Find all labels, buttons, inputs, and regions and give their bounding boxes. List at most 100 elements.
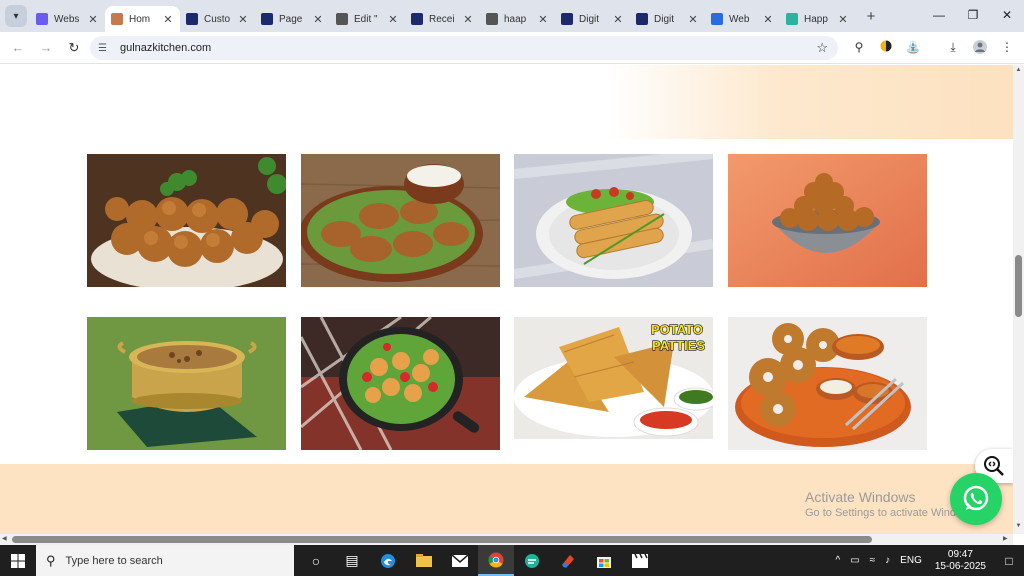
cortana-icon[interactable]: ○ — [298, 545, 334, 576]
whatsapp-chat-button[interactable] — [950, 473, 1002, 525]
browser-tab[interactable]: Hom ✕ — [105, 6, 180, 32]
minimize-button[interactable]: — — [922, 0, 956, 30]
new-tab-button[interactable]: + — [859, 8, 883, 25]
tab-close-icon[interactable]: ✕ — [87, 13, 99, 26]
page-viewport: POTATO PATTIES Activate Windows Go to Se… — [0, 65, 1013, 534]
wifi-icon[interactable]: ≈ — [870, 555, 876, 566]
tab-favicon-icon — [261, 13, 273, 25]
tab-title: Web — [729, 13, 750, 25]
food-image-spring-rolls[interactable] — [514, 154, 713, 287]
scroll-left-arrow-icon[interactable]: ◀ — [2, 534, 7, 545]
windows-logo-icon — [11, 553, 25, 568]
food-image-bread-balls[interactable] — [728, 154, 927, 287]
profile-avatar[interactable] — [971, 40, 989, 57]
reload-button[interactable]: ↻ — [60, 40, 88, 56]
browser-tab[interactable]: Digit ✕ — [630, 6, 705, 32]
tab-close-icon[interactable]: ✕ — [162, 13, 174, 26]
tab-close-icon[interactable]: ✕ — [462, 13, 474, 26]
input-language[interactable]: ENG — [900, 555, 922, 566]
clock-time: 09:47 — [947, 548, 973, 560]
chrome-icon[interactable] — [478, 545, 514, 576]
browser-tab-bar: ▾ Webs ✕ Hom ✕ Custo ✕ Page ✕ Edit " ✕ Recei ✕ haap ✕… — [0, 0, 1024, 32]
food-image-aloo-tikki[interactable] — [301, 154, 500, 287]
tab-close-icon[interactable]: ✕ — [687, 13, 699, 26]
location-pin-icon[interactable]: ⚲ — [850, 40, 868, 54]
close-window-button[interactable]: ✕ — [990, 0, 1024, 30]
edge-browser-icon[interactable] — [370, 545, 406, 576]
tab-title: Hom — [129, 13, 151, 25]
peach-banner-top — [608, 65, 1013, 139]
scroll-down-arrow-icon[interactable]: ▼ — [1013, 523, 1024, 529]
search-icon: ⚲ — [46, 552, 56, 568]
paint-app-icon[interactable] — [550, 545, 586, 576]
browser-menu-icon[interactable]: ⋮ — [998, 40, 1016, 54]
tab-title: Happ — [804, 13, 828, 25]
download-icon[interactable]: ⤓ — [944, 40, 962, 55]
tab-title: haap — [504, 13, 527, 25]
tab-favicon-icon — [111, 13, 123, 25]
vertical-scrollbar[interactable]: ▲ ▼ — [1013, 65, 1024, 534]
site-info-icon[interactable]: ☰ — [98, 43, 114, 54]
bookmark-star-icon[interactable]: ☆ — [816, 40, 828, 56]
taskbar-search-box[interactable]: ⚲ Type here to search — [36, 545, 294, 576]
address-bar[interactable]: ☰ gulnazkitchen.com ☆ — [90, 36, 838, 60]
tab-favicon-icon — [411, 13, 423, 25]
extension-colorful-icon[interactable] — [877, 40, 895, 55]
clock[interactable]: 09:47 15-06-2025 — [935, 549, 986, 573]
horizontal-scrollbar[interactable]: ◀ ▶ — [0, 534, 1013, 545]
vertical-scroll-thumb[interactable] — [1015, 255, 1022, 317]
food-image-haleem-bowl[interactable] — [87, 317, 286, 450]
tab-favicon-icon — [336, 13, 348, 25]
browser-tab[interactable]: Custo ✕ — [180, 6, 255, 32]
tab-close-icon[interactable]: ✕ — [537, 13, 549, 26]
task-view-icon[interactable]: ▤ — [334, 545, 370, 576]
tab-favicon-icon — [561, 13, 573, 25]
food-image-cheese-bites[interactable] — [301, 317, 500, 450]
browser-tab[interactable]: Digit ✕ — [555, 6, 630, 32]
tab-close-icon[interactable]: ✕ — [312, 13, 324, 26]
restore-button[interactable]: ❐ — [956, 0, 990, 30]
tab-close-icon[interactable]: ✕ — [762, 13, 774, 26]
food-image-medu-vada[interactable] — [728, 317, 927, 450]
file-explorer-icon[interactable] — [406, 545, 442, 576]
system-tray: ^ ▭ ≈ ♪ ENG 09:47 15-06-2025 □ — [831, 545, 1024, 576]
browser-tab[interactable]: Page ✕ — [255, 6, 330, 32]
store-icon[interactable] — [586, 545, 622, 576]
food-image-potato-patties[interactable]: POTATO PATTIES — [514, 317, 713, 439]
tab-close-icon[interactable]: ✕ — [612, 13, 624, 26]
tab-favicon-icon — [186, 13, 198, 25]
potato-caption-line2: PATTIES — [652, 338, 705, 353]
teal-app-icon[interactable] — [514, 545, 550, 576]
browser-tab[interactable]: Edit " ✕ — [330, 6, 405, 32]
forward-button[interactable]: → — [32, 40, 60, 55]
notification-icon[interactable]: □ — [994, 554, 1024, 568]
browser-tab[interactable]: Recei ✕ — [405, 6, 480, 32]
start-button[interactable] — [0, 545, 36, 576]
tab-search-button[interactable]: ▾ — [5, 5, 27, 27]
food-image-chicken-balls[interactable] — [87, 154, 286, 287]
mail-icon[interactable] — [442, 545, 478, 576]
tray-chevron-up-icon[interactable]: ^ — [836, 555, 841, 566]
scroll-right-arrow-icon[interactable]: ▶ — [1003, 534, 1008, 545]
volume-icon[interactable]: ♪ — [885, 555, 890, 566]
tab-title: Digit — [654, 13, 675, 25]
extensions-puzzle-icon[interactable]: ⛲ — [904, 40, 922, 54]
tab-close-icon[interactable]: ✕ — [387, 13, 399, 26]
back-button[interactable]: ← — [4, 40, 32, 55]
browser-tab[interactable]: Webs ✕ — [30, 6, 105, 32]
browser-tab[interactable]: haap ✕ — [480, 6, 555, 32]
browser-tab[interactable]: Web ✕ — [705, 6, 780, 32]
browser-tab[interactable]: Happ ✕ — [780, 6, 855, 32]
clock-date: 15-06-2025 — [934, 560, 986, 572]
clapper-app-icon[interactable] — [622, 545, 658, 576]
address-toolbar: ← → ↻ ☰ gulnazkitchen.com ☆ — [0, 32, 1024, 64]
battery-icon[interactable]: ▭ — [850, 555, 859, 566]
tab-close-icon[interactable]: ✕ — [237, 13, 249, 26]
chevron-down-icon: ▾ — [13, 10, 19, 22]
windows-taskbar: ⚲ Type here to search ○ ▤ ^ ▭ ≈ ♪ ENG 09… — [0, 545, 1024, 576]
scroll-up-arrow-icon[interactable]: ▲ — [1013, 67, 1024, 73]
tab-title: Digit — [579, 13, 600, 25]
horizontal-scroll-thumb[interactable] — [12, 536, 872, 543]
tab-close-icon[interactable]: ✕ — [837, 13, 849, 26]
search-placeholder: Type here to search — [65, 554, 163, 567]
